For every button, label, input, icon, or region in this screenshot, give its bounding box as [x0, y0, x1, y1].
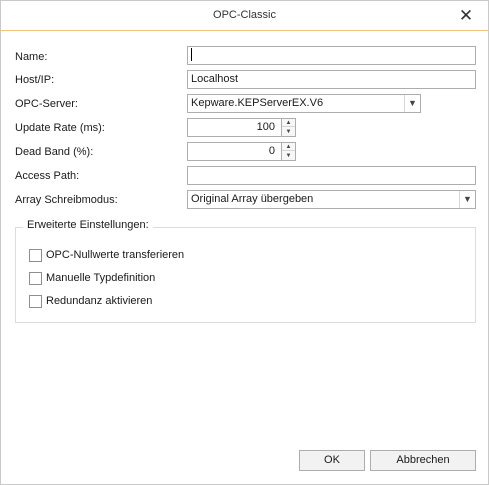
opc-server-combo[interactable]: Kepware.KEPServerEX.V6 ▼ — [187, 94, 421, 113]
dead-band-label: Dead Band (%): — [15, 146, 94, 158]
update-rate-input[interactable]: 100 — [187, 118, 282, 137]
host-input[interactable]: Localhost — [187, 70, 476, 89]
dead-band-input[interactable]: 0 — [187, 142, 282, 161]
spin-down-icon[interactable]: ▼ — [282, 152, 295, 160]
close-icon[interactable]: ✕ — [456, 6, 476, 26]
title-bar: OPC-Classic ✕ — [1, 1, 488, 31]
opc-classic-dialog: OPC-Classic ✕ Name: Host/IP: Localhost O… — [0, 0, 489, 485]
checkbox-label: Redundanz aktivieren — [46, 295, 153, 307]
checkbox-label: OPC-Nullwerte transferieren — [46, 249, 185, 261]
spin-down-icon[interactable]: ▼ — [282, 128, 295, 136]
name-input[interactable] — [187, 46, 476, 65]
update-rate-value: 100 — [256, 121, 275, 133]
array-mode-combo[interactable]: Original Array übergeben ▼ — [187, 190, 476, 209]
checkbox-box[interactable] — [29, 249, 42, 262]
array-mode-label: Array Schreibmodus: — [15, 194, 118, 206]
text-cursor — [191, 47, 192, 61]
name-label: Name: — [15, 51, 48, 63]
dialog-title: OPC-Classic — [213, 9, 276, 21]
opc-server-label: OPC-Server: — [15, 98, 78, 110]
update-rate-label: Update Rate (ms): — [15, 122, 105, 134]
checkbox-label: Manuelle Typdefinition — [46, 272, 156, 284]
opc-server-value: Kepware.KEPServerEX.V6 — [191, 97, 324, 109]
advanced-settings-title: Erweiterte Einstellungen: — [23, 219, 153, 231]
access-path-input[interactable] — [187, 166, 476, 185]
dead-band-spinner[interactable]: ▲ ▼ — [281, 142, 296, 161]
checkbox-box[interactable] — [29, 295, 42, 308]
spin-up-icon[interactable]: ▲ — [282, 119, 295, 127]
access-path-label: Access Path: — [15, 170, 80, 182]
chevron-down-icon[interactable]: ▼ — [459, 191, 475, 208]
spin-up-icon[interactable]: ▲ — [282, 143, 295, 151]
array-mode-value: Original Array übergeben — [191, 193, 314, 205]
ok-button[interactable]: OK — [299, 450, 365, 471]
host-label: Host/IP: — [15, 74, 55, 86]
update-rate-spinner[interactable]: ▲ ▼ — [281, 118, 296, 137]
cancel-button[interactable]: Abbrechen — [370, 450, 476, 471]
dead-band-value: 0 — [268, 145, 275, 157]
checkbox-box[interactable] — [29, 272, 42, 285]
chevron-down-icon[interactable]: ▼ — [404, 95, 420, 112]
